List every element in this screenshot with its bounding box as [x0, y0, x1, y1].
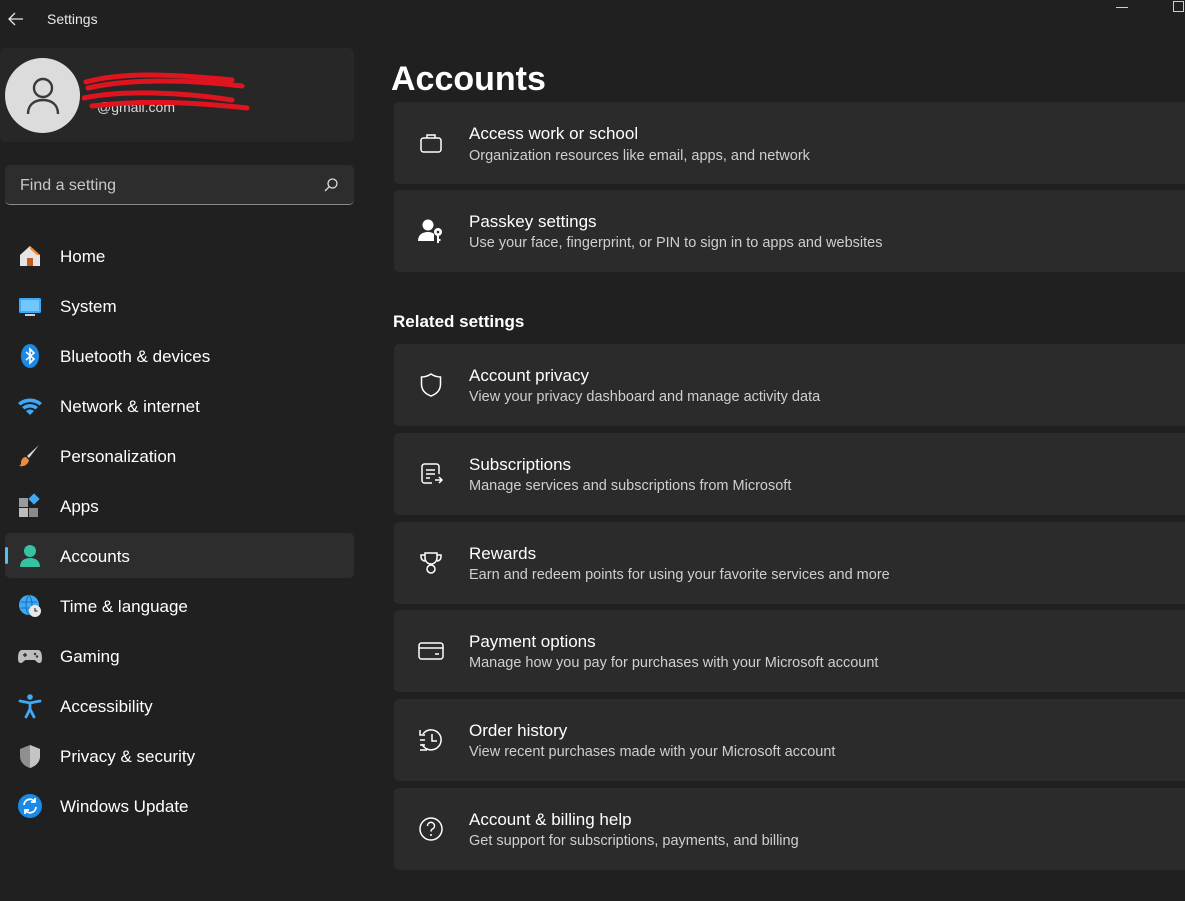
sidebar-item-personalization[interactable]: Personalization	[5, 433, 354, 478]
sidebar-item-label: Privacy & security	[60, 747, 196, 766]
sidebar-item-label: Bluetooth & devices	[60, 347, 211, 366]
sidebar-item-home[interactable]: Home	[5, 233, 354, 278]
sidebar-item-label: System	[60, 297, 117, 316]
card-subtitle: View recent purchases made with your Mic…	[469, 744, 836, 760]
card-subtitle: Get support for subscriptions, payments,…	[469, 833, 799, 849]
card-title: Subscriptions	[469, 455, 572, 474]
gamepad-icon	[17, 643, 43, 669]
sidebar-item-windows-update[interactable]: Windows Update	[5, 783, 354, 828]
sidebar-item-system[interactable]: System	[5, 283, 354, 328]
sidebar-item-label: Gaming	[60, 647, 120, 666]
shield-outline-icon	[416, 370, 446, 400]
profile-email: @gmail.com	[97, 99, 176, 115]
system-icon	[17, 293, 43, 319]
sidebar-item-label: Network & internet	[60, 397, 200, 416]
sidebar-item-label: Accessibility	[60, 697, 153, 716]
shield-icon	[17, 743, 43, 769]
sidebar-item-gaming[interactable]: Gaming	[5, 633, 354, 678]
title-bar: Settings	[0, 0, 1185, 38]
card-subtitle: Earn and redeem points for using your fa…	[469, 567, 890, 583]
sidebar-item-label: Time & language	[60, 597, 188, 616]
bluetooth-icon	[17, 343, 43, 369]
search-input[interactable]	[18, 174, 312, 198]
account-billing-help-card[interactable]: Account & billing help Get support for s…	[394, 788, 1185, 870]
sidebar-item-label: Windows Update	[60, 797, 189, 816]
app-title: Settings	[47, 11, 98, 27]
help-icon	[416, 814, 446, 844]
back-button[interactable]	[6, 8, 26, 30]
card-subtitle: View your privacy dashboard and manage a…	[469, 389, 821, 405]
sidebar-item-accounts[interactable]: Accounts	[5, 533, 354, 578]
sidebar-item-label: Personalization	[60, 447, 177, 466]
back-arrow-icon	[8, 12, 23, 26]
wifi-icon	[17, 393, 43, 419]
sidebar-nav: Home System Bluetooth & devices Network …	[5, 233, 354, 833]
card-title: Passkey settings	[469, 212, 597, 231]
brush-icon	[17, 443, 43, 469]
card-title: Account privacy	[469, 366, 589, 385]
account-privacy-card[interactable]: Account privacy View your privacy dashbo…	[394, 344, 1185, 426]
sidebar-item-apps[interactable]: Apps	[5, 483, 354, 528]
apps-icon	[17, 493, 43, 519]
sidebar-item-accessibility[interactable]: Accessibility	[5, 683, 354, 728]
card-title: Account & billing help	[469, 810, 632, 829]
sidebar-item-label: Home	[60, 247, 106, 266]
profile-card[interactable]: @gmail.com	[0, 48, 354, 142]
card-title: Order history	[469, 721, 568, 740]
passkey-settings-card[interactable]: Passkey settings Use your face, fingerpr…	[394, 190, 1185, 272]
person-outline-icon	[26, 77, 59, 114]
sidebar-item-time-language[interactable]: Time & language	[5, 583, 354, 628]
trophy-icon	[416, 548, 446, 578]
sidebar-item-bluetooth[interactable]: Bluetooth & devices	[5, 333, 354, 378]
update-icon	[17, 793, 43, 819]
card-title: Rewards	[469, 544, 537, 563]
payment-options-card[interactable]: Payment options Manage how you pay for p…	[394, 610, 1185, 692]
maximize-button[interactable]	[1172, 0, 1185, 14]
card-subtitle: Manage services and subscriptions from M…	[469, 478, 792, 494]
search-icon[interactable]	[323, 177, 339, 193]
briefcase-icon	[416, 128, 446, 158]
passkey-icon	[416, 216, 446, 246]
rewards-card[interactable]: Rewards Earn and redeem points for using…	[394, 522, 1185, 604]
card-subtitle: Organization resources like email, apps,…	[469, 148, 810, 164]
globe-clock-icon	[17, 593, 43, 619]
credit-card-icon	[416, 636, 446, 666]
sidebar-item-label: Apps	[60, 497, 99, 516]
order-history-card[interactable]: Order history View recent purchases made…	[394, 699, 1185, 781]
minimize-button[interactable]	[1115, 0, 1131, 14]
history-icon	[416, 725, 446, 755]
card-title: Access work or school	[469, 124, 639, 143]
card-subtitle: Use your face, fingerprint, or PIN to si…	[469, 235, 883, 251]
sidebar-item-label: Accounts	[60, 547, 130, 566]
page-title: Accounts	[391, 60, 546, 98]
card-title: Payment options	[469, 632, 596, 651]
accessibility-icon	[17, 693, 43, 719]
related-settings-heading: Related settings	[393, 312, 525, 331]
home-icon	[17, 243, 43, 269]
card-subtitle: Manage how you pay for purchases with yo…	[469, 655, 879, 671]
access-work-school-card[interactable]: Access work or school Organization resou…	[394, 102, 1185, 184]
sidebar-item-network[interactable]: Network & internet	[5, 383, 354, 428]
avatar	[5, 58, 80, 133]
sidebar-item-privacy[interactable]: Privacy & security	[5, 733, 354, 778]
subscriptions-card[interactable]: Subscriptions Manage services and subscr…	[394, 433, 1185, 515]
search-box[interactable]	[5, 165, 354, 205]
person-icon	[17, 543, 43, 569]
subscription-icon	[416, 459, 446, 489]
